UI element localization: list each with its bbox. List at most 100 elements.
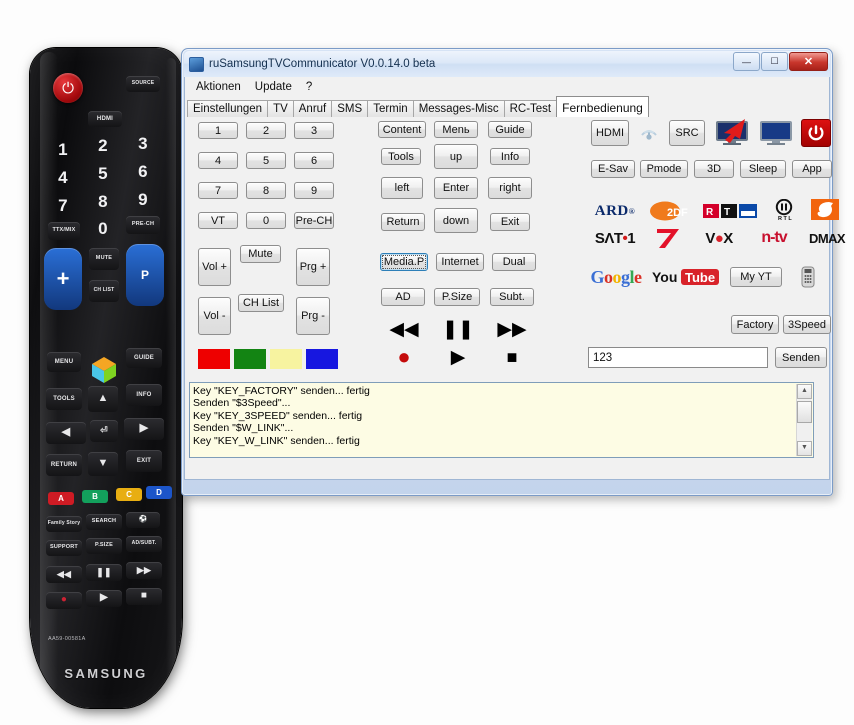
tv-red-arrow-icon[interactable] [712,119,752,147]
key-4[interactable]: 4 [198,152,238,169]
three-d-button[interactable]: 3D [694,160,734,178]
wifi-icon[interactable] [635,120,663,146]
tab-content-fernbedienung: 1 2 3 4 5 6 7 8 9 VT 0 Pre-CH Vol + Mute… [184,117,846,480]
exit-button[interactable]: Exit [490,213,530,231]
mute-button[interactable]: Mute [240,245,281,263]
tools-button[interactable]: Tools [381,148,421,165]
app-button[interactable]: App [792,160,832,178]
close-button[interactable]: ✕ [789,52,828,71]
content-button[interactable]: Content [378,121,426,138]
internet-button[interactable]: Internet [436,253,484,271]
rewind-button[interactable]: ◀◀ [382,319,426,339]
key-2[interactable]: 2 [246,122,286,139]
maximize-button[interactable]: ☐ [761,52,788,71]
play-button[interactable]: ▶ [436,346,480,368]
subtitle-button[interactable]: Subt. [490,288,534,306]
enter-button[interactable]: Enter [434,177,478,199]
send-button[interactable]: Senden [775,347,827,368]
key-7[interactable]: 7 [198,182,238,199]
tab-einstellungen[interactable]: Einstellungen [187,100,269,117]
tab-sms[interactable]: SMS [331,100,369,117]
power-icon[interactable] [801,119,831,147]
media-p-button[interactable]: Media.P [380,253,428,271]
speed3-button[interactable]: 3Speed [783,315,831,334]
ad-button[interactable]: AD [381,288,425,306]
scroll-thumb[interactable] [797,401,812,423]
youtube-logo-button[interactable]: You Tube [652,267,724,287]
hdmi-button[interactable]: HDMI [591,120,629,146]
scroll-up-arrow-icon[interactable]: ▲ [797,384,812,399]
source-button[interactable]: SRC [669,120,705,146]
menu-item-aktionen[interactable]: Aktionen [189,80,248,94]
left-button[interactable]: left [381,177,423,199]
log-scrollbar[interactable]: ▲ ▼ [796,384,812,456]
dmax-logo-button[interactable]: DMAX [803,230,851,246]
up-button[interactable]: up [434,144,478,169]
tab-tv[interactable]: TV [267,100,294,117]
ch-list-button[interactable]: CH List [238,294,284,312]
key-9[interactable]: 9 [294,182,334,199]
volume-down-button[interactable]: Vol - [198,297,231,335]
sat-logo-button[interactable] [811,199,841,221]
tab-anruf[interactable]: Anruf [292,100,333,117]
rtl2-logo-button[interactable]: R T L [768,199,800,221]
tv-blue-icon[interactable] [756,119,796,147]
info-button[interactable]: Info [490,148,530,165]
key-pre-ch[interactable]: Pre-CH [294,212,334,229]
prosieben-logo-button[interactable] [652,227,686,249]
sat1-logo-button[interactable]: SΛT • 1 [586,229,644,247]
my-youtube-button[interactable]: My YT [730,267,782,287]
energy-saving-button[interactable]: E-Sav [591,160,635,178]
key-3[interactable]: 3 [294,122,334,139]
vox-logo-button[interactable]: V ● X [693,229,745,247]
dual-button[interactable]: Dual [492,253,536,271]
program-up-button[interactable]: Prg + [296,248,330,286]
key-0[interactable]: 0 [246,212,286,229]
log-output[interactable]: Key "KEY_FACTORY" senden... fertig Sende… [189,382,814,458]
remote-icon[interactable] [797,265,819,289]
program-down-button[interactable]: Prg - [296,297,330,335]
key-1[interactable]: 1 [198,122,238,139]
key-vt[interactable]: VT [198,212,238,229]
color-key-red[interactable] [198,349,230,369]
menu-button[interactable]: Меnь [434,121,478,138]
color-key-blue[interactable] [306,349,338,369]
svg-text:2DF: 2DF [667,207,688,219]
down-button[interactable]: down [434,208,478,233]
return-button[interactable]: Return [381,213,425,231]
psize-button[interactable]: P.Size [434,288,480,306]
tab-rc-test[interactable]: RC-Test [503,100,558,117]
record-button[interactable]: ● [382,346,426,368]
factory-button[interactable]: Factory [731,315,779,334]
ntv-logo-button[interactable]: n-tv [751,229,797,247]
key-6[interactable]: 6 [294,152,334,169]
fast-forward-button[interactable]: ▶▶ [490,319,534,339]
right-button[interactable]: right [488,177,532,199]
tab-fernbedienung[interactable]: Fernbedienung [556,96,649,117]
title-bar: ruSamsungTVCommunicator V0.0.14.0 beta —… [184,51,830,77]
tab-termin[interactable]: Termin [367,100,414,117]
tab-messages-misc[interactable]: Messages-Misc [412,100,505,117]
scroll-down-arrow-icon[interactable]: ▼ [797,441,812,456]
guide-button[interactable]: Guide [488,121,532,138]
stop-button[interactable]: ■ [490,346,534,368]
picture-mode-button[interactable]: Pmode [640,160,688,178]
volume-up-button[interactable]: Vol + [198,248,231,286]
ard-logo-button[interactable]: ARD ® [587,201,643,221]
key-5[interactable]: 5 [246,152,286,169]
color-key-green[interactable] [234,349,266,369]
minimize-button[interactable]: — [733,52,760,71]
menu-item-help[interactable]: ? [299,80,319,94]
remote-tools-label: TOOLS [53,395,75,402]
google-logo-button[interactable]: Google [585,266,647,288]
zdf-logo-button[interactable]: 2DF [649,201,697,221]
key-8[interactable]: 8 [246,182,286,199]
rtl-logo-button[interactable]: R T [703,203,759,219]
color-key-yellow[interactable] [270,349,302,369]
remote-source-label: SOURCE [131,80,155,87]
menu-item-update[interactable]: Update [248,80,299,94]
pause-button[interactable]: ❚❚ [436,319,480,339]
send-input[interactable]: 123 [588,347,768,368]
sleep-button[interactable]: Sleep [740,160,786,178]
remote-ttx-mix-button: TTX/MIX [48,222,80,240]
